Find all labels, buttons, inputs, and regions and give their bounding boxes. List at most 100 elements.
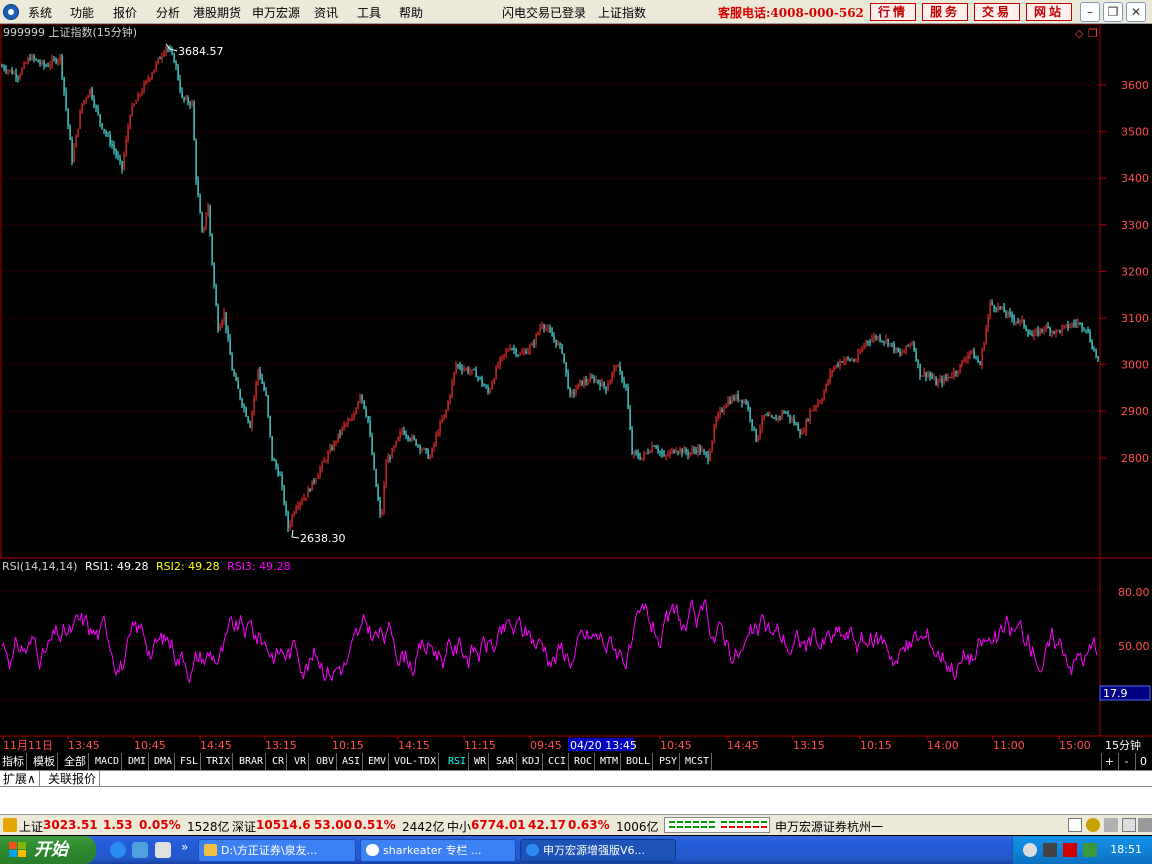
minimize-icon[interactable]: –	[1080, 2, 1100, 22]
indicator-tab-wr[interactable]: WR	[472, 753, 490, 770]
zx-value: 6774.01	[471, 818, 526, 832]
task-trading-app[interactable]: 申万宏源增强版V6...	[520, 839, 676, 862]
indicator-tab-asi[interactable]: ASI	[340, 753, 364, 770]
menu-tools[interactable]: 工具	[357, 4, 381, 21]
indicator-tab-emv[interactable]: EMV	[366, 753, 390, 770]
indicator-tab-cci[interactable]: CCI	[546, 753, 570, 770]
message-icon[interactable]	[1068, 818, 1082, 832]
indicator-tab-trix[interactable]: TRIX	[204, 753, 234, 770]
lock-screen-icon[interactable]	[1138, 818, 1152, 832]
indicator-tab-dma[interactable]: DMA	[152, 753, 176, 770]
app-quicklaunch-icon[interactable]	[155, 842, 171, 858]
candle-body	[297, 505, 299, 508]
signal-icon[interactable]	[1086, 818, 1100, 832]
rsi-line	[1, 598, 1098, 684]
zoom-in-button[interactable]: +	[1101, 753, 1117, 770]
start-button[interactable]: 开始	[0, 836, 96, 864]
task-folder[interactable]: D:\方正证券\泉友...	[198, 839, 356, 862]
chart-area[interactable]: 3600 3500 3400 3300 3200 3100 3000 2900 2800 999…	[0, 24, 1152, 753]
indicator-tab-kdj[interactable]: KDJ	[520, 753, 544, 770]
breadth-bars-svg	[669, 821, 767, 828]
menu-info[interactable]: 资讯	[314, 4, 338, 21]
candle-body	[637, 453, 639, 457]
zx-amount: 1006亿	[616, 820, 659, 834]
indicator-tab-dmi[interactable]: DMI	[126, 753, 150, 770]
trade-button[interactable]: 交易	[974, 3, 1020, 21]
candle-body	[247, 416, 249, 422]
candle-body	[1061, 327, 1063, 333]
indicator-tab-macd[interactable]: MACD	[93, 753, 123, 770]
menu-swhy[interactable]: 申万宏源	[252, 4, 300, 21]
tray-flag-icon[interactable]	[1063, 843, 1077, 857]
website-button[interactable]: 网站	[1026, 3, 1072, 21]
quicklaunch-more-icon[interactable]: »	[181, 840, 188, 854]
candle-body	[987, 315, 989, 329]
candle-body	[1077, 322, 1079, 324]
task-browser[interactable]: sharkeater 专栏 ...	[360, 839, 516, 862]
indicator-tab-cr[interactable]: CR	[270, 753, 288, 770]
period-label[interactable]: 15分钟	[1105, 738, 1141, 752]
menu-system[interactable]: 系统	[28, 4, 52, 21]
time-label: 10:45	[134, 739, 166, 752]
candle-body	[827, 380, 829, 385]
indicator-tab-mtm[interactable]: MTM	[598, 753, 622, 770]
candle-body	[339, 433, 341, 435]
extend-tab[interactable]: 扩展∧	[0, 771, 40, 787]
time-label: 11:15	[464, 739, 496, 752]
candle-body	[793, 419, 795, 424]
candle-body	[375, 469, 377, 487]
indicator-tab-psy[interactable]: PSY	[657, 753, 681, 770]
indicator-tab-mcst[interactable]: MCST	[683, 753, 713, 770]
candle-body	[917, 360, 919, 364]
ie-icon[interactable]	[110, 842, 126, 858]
indicator-tab-sar[interactable]: SAR	[494, 753, 518, 770]
menu-function[interactable]: 功能	[70, 4, 94, 21]
sound-icon[interactable]	[1104, 818, 1118, 832]
candle-body	[843, 360, 845, 363]
indicator-tab-boll[interactable]: BOLL	[624, 753, 654, 770]
restore-icon[interactable]: ❐	[1103, 2, 1123, 22]
menu-hk-futures[interactable]: 港股期货	[193, 4, 241, 21]
candle-body	[139, 94, 141, 96]
indicator-tab-vr[interactable]: VR	[292, 753, 310, 770]
related-quote-tab[interactable]: 关联报价	[45, 771, 101, 787]
service-button[interactable]: 服务	[922, 3, 968, 21]
candle-body	[393, 446, 395, 449]
candle-body	[329, 447, 331, 453]
indicator-tab-rsi[interactable]: RSI	[446, 753, 470, 770]
indicator-tab-obv[interactable]: OBV	[314, 753, 338, 770]
candle-body	[963, 360, 965, 362]
tray-camera-icon[interactable]	[1043, 843, 1057, 857]
candle-body	[7, 70, 9, 72]
media-icon[interactable]	[132, 842, 148, 858]
indicator-tab-[interactable]: 全部	[62, 753, 89, 770]
candle-body	[495, 367, 497, 379]
lock-icon[interactable]	[3, 818, 17, 832]
indicator-tab-roc[interactable]: ROC	[572, 753, 596, 770]
menu-help[interactable]: 帮助	[399, 4, 423, 21]
quote-button[interactable]: 行情	[870, 3, 916, 21]
menu-bar: 系统 功能 报价 分析 港股期货 申万宏源 资讯 工具 帮助 闪电交易已登录 上…	[0, 0, 1152, 24]
indicator-tab-[interactable]: 模板	[31, 753, 58, 770]
sh-change: 1.53	[103, 818, 133, 832]
close-icon[interactable]: ✕	[1126, 2, 1146, 22]
time-label: 10:15	[332, 739, 364, 752]
expand-icon[interactable]: ❐	[1088, 27, 1098, 40]
settings-icon[interactable]	[1122, 818, 1136, 832]
candle-body	[607, 384, 609, 391]
indicator-tab-[interactable]: 指标	[0, 753, 27, 770]
tray-app-icon[interactable]	[1023, 843, 1037, 857]
indicator-tab-fsl[interactable]: FSL	[178, 753, 202, 770]
diamond-icon[interactable]: ◇	[1075, 27, 1084, 40]
menu-quote[interactable]: 报价	[113, 4, 137, 21]
reset-button[interactable]: 0	[1135, 753, 1151, 770]
candle-body	[101, 123, 103, 129]
menu-analysis[interactable]: 分析	[156, 4, 180, 21]
candle-body	[119, 157, 121, 162]
indicator-tab-brar[interactable]: BRAR	[237, 753, 267, 770]
indicator-tab-voltdx[interactable]: VOL-TDX	[392, 753, 440, 770]
candle-body	[719, 410, 721, 415]
candle-body	[809, 410, 811, 421]
zoom-out-button[interactable]: -	[1118, 753, 1134, 770]
tray-network-icon[interactable]	[1083, 843, 1097, 857]
